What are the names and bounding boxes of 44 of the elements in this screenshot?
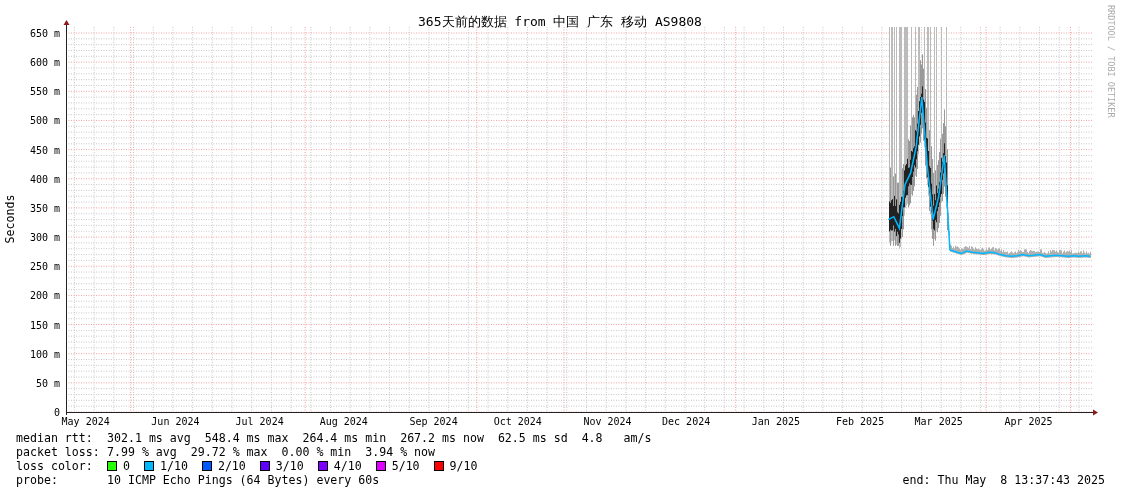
legend-text: 0 — [123, 459, 130, 473]
axis-tick-label: 100 m — [29, 348, 60, 360]
axis-tick-label: Mar 2025 — [914, 416, 963, 427]
chart-title: 365天前的数据 from 中国 广东 移动 AS9808 — [418, 14, 702, 29]
axis-tick-label: Dec 2024 — [662, 416, 711, 427]
axis-tick-label: May 2024 — [61, 416, 110, 427]
axis-tick-label: 250 m — [29, 261, 60, 273]
axis-tick-label: 650 m — [29, 28, 60, 39]
legend-text: 302.1 ms avg 548.4 ms max 264.4 ms min 267.2 ms now 62.5 ms sd 4.8 am/s — [107, 431, 652, 445]
axis-tick-label: 300 m — [29, 232, 60, 244]
axis-tick-label: 200 m — [29, 290, 60, 302]
legend-text: 1/10 — [160, 459, 188, 473]
axis-tick-label: Aug 2024 — [319, 416, 368, 427]
axis-tick-label: 400 m — [29, 173, 60, 185]
axis-tick-label: Feb 2025 — [836, 416, 885, 427]
axis-tick-label: Oct 2024 — [493, 416, 542, 427]
legend-label: probe: — [16, 473, 59, 487]
axis-tick-label: 350 m — [29, 202, 60, 214]
axis-tick-label: 150 m — [29, 319, 60, 331]
axis-tick-label: Jul 2024 — [235, 416, 284, 427]
axis-tick-label: Apr 2025 — [1004, 416, 1053, 427]
legend-text: 9/10 — [449, 459, 478, 473]
legend-text: 3/10 — [275, 459, 304, 473]
legend-label: median rtt: — [16, 431, 94, 445]
axis-tick-label: 0 — [53, 407, 60, 418]
end-time: end: Thu May 8 13:37:43 2025 — [902, 473, 1106, 487]
legend-label: loss color: — [16, 459, 94, 473]
axis-title: Seconds — [3, 194, 17, 244]
axis-tick-label: 600 m — [29, 57, 60, 69]
credit-text: RRDTOOL / TOBI OETIKER — [1106, 5, 1116, 118]
axis-tick-label: Jan 2025 — [751, 416, 800, 427]
axis-tick-label: Nov 2024 — [583, 416, 632, 427]
legend-text: 7.99 % avg 29.72 % max 0.00 % min 3.94 % now — [107, 445, 436, 459]
legend-label: packet loss: — [16, 445, 101, 459]
axis-tick-label: 50 m — [35, 377, 60, 389]
legend-text: 10 ICMP Echo Pings (64 Bytes) every 60s — [107, 473, 380, 487]
axis-tick-label: Jun 2024 — [151, 416, 200, 427]
legend-text: 5/10 — [391, 459, 420, 473]
axis-tick-label: 450 m — [29, 144, 60, 156]
axis-tick-label: Sep 2024 — [409, 416, 458, 427]
axis-tick-label: 550 m — [29, 86, 60, 98]
legend-text: 4/10 — [333, 459, 362, 473]
legend-text: 2/10 — [217, 459, 246, 473]
axis-tick-label: 500 m — [29, 115, 60, 127]
